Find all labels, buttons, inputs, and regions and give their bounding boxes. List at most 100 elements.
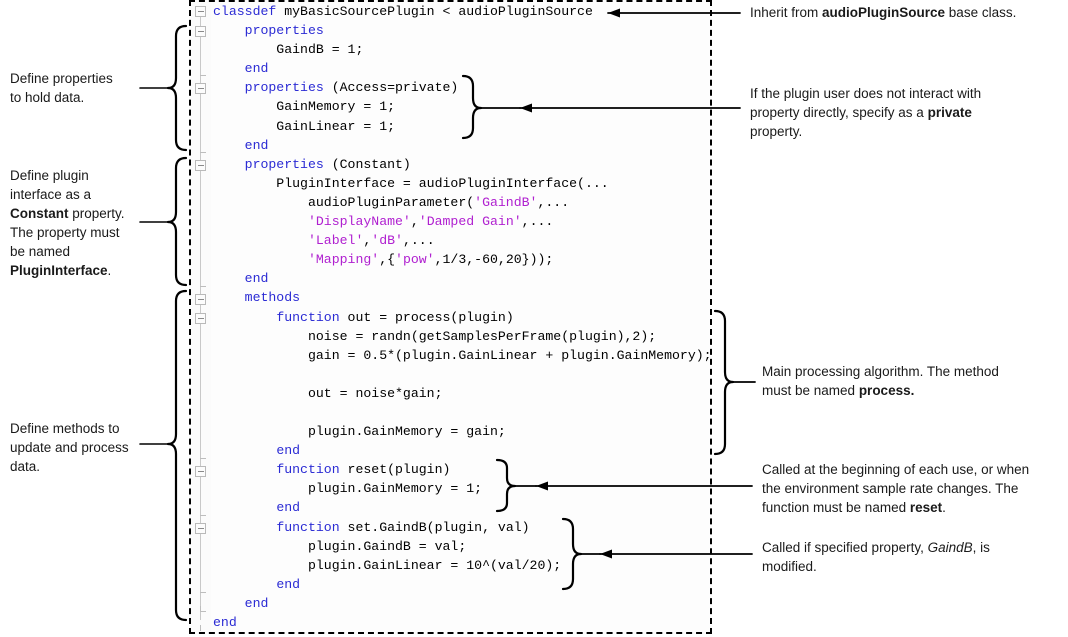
source-code[interactable]: classdef myBasicSourcePlugin < audioPlug… xyxy=(213,2,712,632)
code-line: 'Mapping',{'pow',1/3,-60,20})); xyxy=(213,250,712,269)
fold-tick-end-5 xyxy=(200,515,206,516)
code-line: end xyxy=(213,594,712,613)
fold-box-reset[interactable] xyxy=(195,466,206,477)
code-line: GainMemory = 1; xyxy=(213,97,712,116)
fold-tick-end-2 xyxy=(200,152,206,153)
code-line: GainLinear = 1; xyxy=(213,117,712,136)
code-token: GainMemory = 1; xyxy=(213,99,396,115)
code-token: 'Label' xyxy=(307,233,364,249)
fold-tick-end-3 xyxy=(200,286,206,287)
fold-box-set-gaindb[interactable] xyxy=(195,523,206,534)
code-line: GaindB = 1; xyxy=(213,40,712,59)
annotation-reset-function: Called at the beginning of each use, or … xyxy=(762,462,1030,515)
code-token: properties xyxy=(244,156,324,172)
code-token: set.GaindB(plugin, val) xyxy=(339,519,530,535)
code-token: plugin.GaindB = val; xyxy=(213,538,467,554)
code-token: end xyxy=(244,271,269,287)
code-line: 'Label','dB',... xyxy=(213,231,712,250)
fold-box-classdef[interactable] xyxy=(195,6,206,17)
code-line: function out = process(plugin) xyxy=(213,308,712,327)
left-brace-properties xyxy=(166,24,188,152)
annotation-private-property: If the plugin user does not interact wit… xyxy=(750,86,982,139)
code-line: end xyxy=(213,613,712,632)
code-token: function xyxy=(276,519,340,535)
code-line: plugin.GaindB = val; xyxy=(213,537,712,556)
code-line: properties (Access=private) xyxy=(213,78,712,97)
code-token: PluginInterface = audioPluginInterface(.… xyxy=(213,175,609,191)
fold-tick-end-6 xyxy=(200,592,206,593)
code-line: function set.GaindB(plugin, val) xyxy=(213,518,712,537)
code-token: end xyxy=(276,500,301,516)
code-token: end xyxy=(213,615,237,630)
code-token: myBasicSourcePlugin < audioPluginSource xyxy=(284,4,593,19)
code-token: methods xyxy=(244,290,301,306)
code-token: 'Mapping' xyxy=(307,252,380,268)
code-token: 'GaindB' xyxy=(474,194,538,210)
code-line: PluginInterface = audioPluginInterface(.… xyxy=(213,174,712,193)
fold-box-process[interactable] xyxy=(195,313,206,324)
code-token: function xyxy=(276,462,340,478)
code-token: gain = 0.5*(plugin.GainLinear + plugin.G… xyxy=(213,347,712,363)
code-token: function xyxy=(276,309,340,325)
code-token: end xyxy=(244,137,269,153)
fold-box-properties-2[interactable] xyxy=(195,83,206,94)
code-line: properties xyxy=(213,21,712,40)
fold-box-methods[interactable] xyxy=(195,294,206,305)
code-line: end xyxy=(213,575,712,594)
fold-box-properties-3[interactable] xyxy=(195,160,206,171)
fold-box-properties-1[interactable] xyxy=(195,26,206,37)
code-token: plugin.GainMemory = gain; xyxy=(213,424,506,440)
code-line: end xyxy=(213,269,712,288)
code-token: 'dB' xyxy=(371,233,403,249)
code-line: end xyxy=(213,59,712,78)
code-token: noise = randn(getSamplesPerFrame(plugin)… xyxy=(213,328,657,344)
code-line: properties (Constant) xyxy=(213,155,712,174)
code-line: classdef myBasicSourcePlugin < audioPlug… xyxy=(213,2,712,21)
code-token: properties xyxy=(244,80,324,96)
code-token: ,... xyxy=(402,233,435,249)
code-line: end xyxy=(213,441,712,460)
annotation-set-gaindb-function: Called if specified property, GaindB, is… xyxy=(762,540,990,574)
code-token: ,1/3,-60,20})); xyxy=(434,252,554,268)
code-line: function reset(plugin) xyxy=(213,460,712,479)
code-editor-panel: classdef myBasicSourcePlugin < audioPlug… xyxy=(189,0,712,634)
code-line: out = noise*gain; xyxy=(213,384,712,403)
code-line: audioPluginParameter('GaindB',... xyxy=(213,193,712,212)
code-token: end xyxy=(244,595,269,611)
code-token: plugin.GainLinear = 10^(val/20); xyxy=(213,557,562,573)
code-token: GaindB = 1; xyxy=(213,42,364,58)
annotation-define-methods: Define methods to update and process data. xyxy=(10,421,129,474)
code-token: reset(plugin) xyxy=(339,462,451,478)
code-token: end xyxy=(244,61,269,77)
fold-tick-end-4 xyxy=(200,458,206,459)
code-token: ,{ xyxy=(379,252,396,268)
annotated-code-figure: classdef myBasicSourcePlugin < audioPlug… xyxy=(0,0,1068,637)
annotation-main-processing-algorithm: Main processing algorithm. The method mus… xyxy=(762,364,999,398)
right-brace-process xyxy=(713,309,735,456)
code-token: , xyxy=(410,214,419,230)
code-token: out = noise*gain; xyxy=(213,385,443,401)
code-line: plugin.GainMemory = 1; xyxy=(213,479,712,498)
code-token: 'Damped Gain' xyxy=(418,214,522,230)
code-line: end xyxy=(213,136,712,155)
code-line: methods xyxy=(213,288,712,307)
code-line: plugin.GainMemory = gain; xyxy=(213,422,712,441)
code-line: gain = 0.5*(plugin.GainLinear + plugin.G… xyxy=(213,346,712,365)
code-token: ,... xyxy=(521,214,554,230)
code-folding-gutter[interactable] xyxy=(191,2,211,632)
fold-tick-end-1 xyxy=(200,75,206,76)
code-token: classdef xyxy=(213,4,285,19)
